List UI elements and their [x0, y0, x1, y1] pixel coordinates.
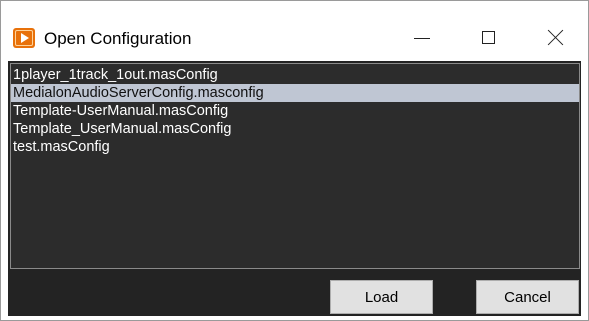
cancel-button[interactable]: Cancel — [476, 280, 579, 314]
list-item[interactable]: Template_UserManual.masConfig — [11, 120, 579, 138]
load-button[interactable]: Load — [330, 280, 433, 314]
maximize-icon — [481, 30, 495, 44]
title-bar[interactable]: Open Configuration — [1, 1, 588, 61]
dialog-body: 1player_1track_1out.masConfig MedialonAu… — [8, 61, 581, 316]
config-file-items: 1player_1track_1out.masConfig MedialonAu… — [11, 64, 579, 156]
close-icon — [548, 29, 564, 45]
minimize-button[interactable] — [399, 14, 445, 60]
minimize-icon — [414, 37, 430, 39]
list-item[interactable]: 1player_1track_1out.masConfig — [11, 66, 579, 84]
config-file-list[interactable]: 1player_1track_1out.masConfig MedialonAu… — [10, 63, 580, 269]
window-title: Open Configuration — [44, 29, 192, 48]
maximize-button[interactable] — [465, 14, 511, 60]
list-item[interactable]: test.masConfig — [11, 138, 579, 156]
app-play-icon — [13, 28, 35, 48]
close-button[interactable] — [533, 14, 579, 60]
list-item-selected[interactable]: MedialonAudioServerConfig.masconfig — [11, 84, 579, 102]
open-configuration-dialog: Open Configuration 1player_1track_1out.m… — [0, 0, 589, 321]
button-row: Load Cancel — [8, 269, 581, 316]
list-item[interactable]: Template-UserManual.masConfig — [11, 102, 579, 120]
